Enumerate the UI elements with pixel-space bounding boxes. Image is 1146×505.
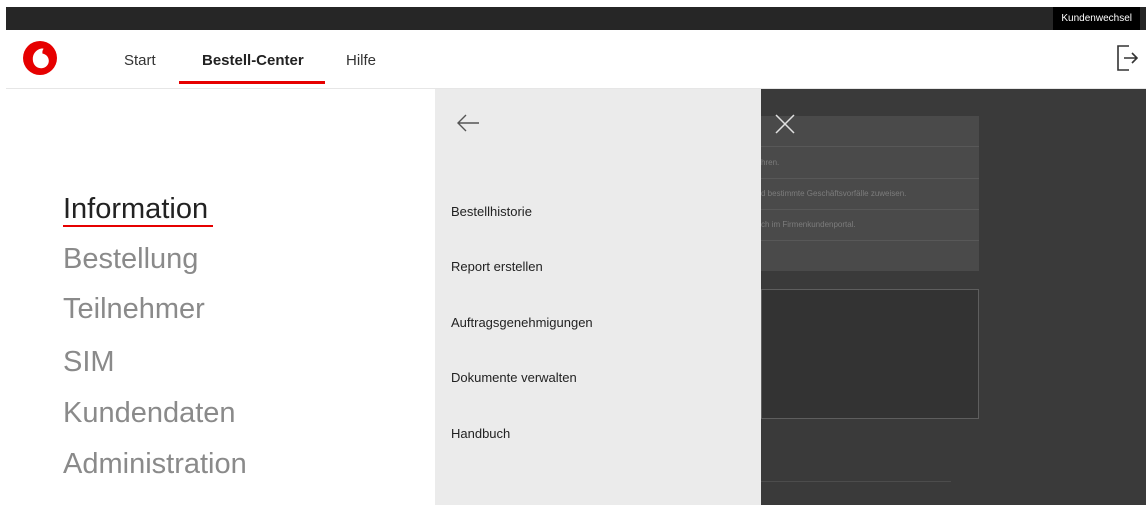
top-edge — [0, 0, 1146, 7]
menu-item-information[interactable]: Information — [63, 191, 208, 227]
main-menu-panel: Information Bestellung Teilnehmer SIM Ku… — [6, 89, 435, 505]
menu-item-teilnehmer[interactable]: Teilnehmer — [63, 291, 205, 327]
top-bar: Kundenwechsel — [6, 7, 1146, 30]
sub-item-auftragsgenehmigungen[interactable]: Auftragsgenehmigungen — [451, 315, 593, 331]
logout-icon[interactable] — [1116, 45, 1138, 71]
sub-item-handbuch[interactable]: Handbuch — [451, 426, 510, 442]
menu-item-sim[interactable]: SIM — [63, 344, 115, 380]
sub-menu-panel: Bestellhistorie Report erstellen Auftrag… — [435, 89, 761, 505]
background-text: hren. — [761, 158, 780, 167]
nav-start[interactable]: Start — [124, 52, 156, 70]
nav-hilfe[interactable]: Hilfe — [346, 52, 376, 70]
back-arrow-icon[interactable] — [455, 112, 481, 134]
sub-item-dokumente-verwalten[interactable]: Dokumente verwalten — [451, 370, 577, 386]
nav-bestell-center[interactable]: Bestell-Center — [202, 52, 304, 70]
menu-item-bestellung[interactable]: Bestellung — [63, 241, 198, 277]
close-icon[interactable] — [773, 112, 797, 136]
nav-active-underline — [179, 81, 325, 84]
menu-item-kundendaten[interactable]: Kundendaten — [63, 395, 236, 431]
divider — [761, 146, 979, 147]
background-text: ch im Firmenkundenportal. — [761, 220, 856, 229]
menu-active-underline — [63, 225, 213, 227]
vodafone-logo[interactable] — [23, 41, 57, 75]
customer-switch-button[interactable]: Kundenwechsel — [1053, 7, 1140, 30]
background-card: hren. d bestimmte Geschäftsvorfälle zuwe… — [761, 116, 979, 271]
page-overlay[interactable]: hren. d bestimmte Geschäftsvorfälle zuwe… — [761, 89, 1146, 505]
divider — [761, 481, 951, 482]
background-text: d bestimmte Geschäftsvorfälle zuweisen. — [761, 189, 907, 198]
header: Start Bestell-Center Hilfe — [6, 30, 1146, 89]
menu-item-administration[interactable]: Administration — [63, 446, 247, 482]
sub-item-bestellhistorie[interactable]: Bestellhistorie — [451, 204, 532, 220]
sub-item-report-erstellen[interactable]: Report erstellen — [451, 259, 543, 275]
background-box — [761, 289, 979, 419]
divider — [761, 209, 979, 210]
divider — [761, 178, 979, 179]
divider — [761, 240, 979, 241]
